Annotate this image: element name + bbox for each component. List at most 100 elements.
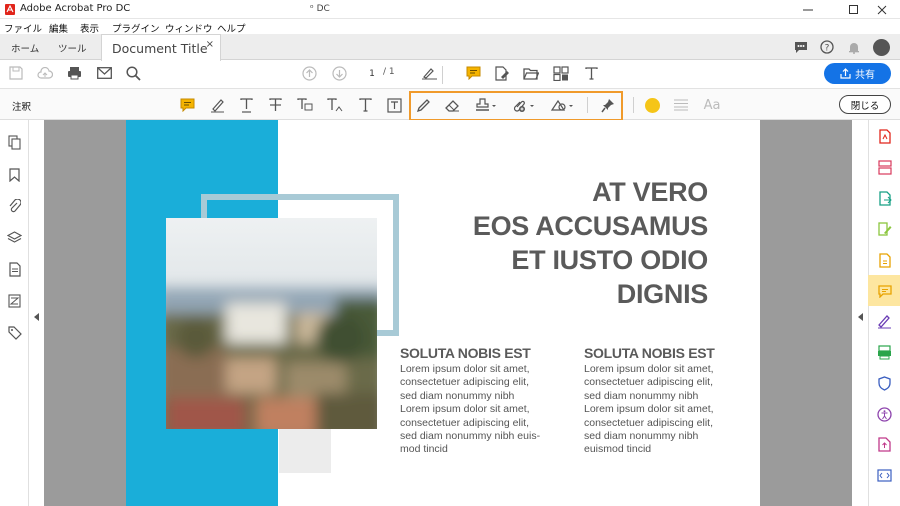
page-grey-block [279, 427, 331, 473]
chat-bubble-icon [795, 41, 807, 53]
app-title: Adobe Acrobat Pro DC [20, 3, 131, 14]
open-folder-button[interactable] [522, 64, 540, 82]
expand-left-panel-icon[interactable] [34, 313, 39, 321]
shapes-icon [550, 99, 573, 111]
comment-tool[interactable] [876, 283, 893, 300]
share-button[interactable]: 共有 [824, 63, 891, 84]
help-button[interactable]: ? [818, 38, 836, 56]
previous-page-button[interactable] [300, 64, 318, 82]
menu-plugins[interactable]: プラグイン [112, 21, 160, 35]
layers-button[interactable] [6, 229, 23, 246]
menu-edit[interactable]: 編集 [49, 21, 68, 35]
email-button[interactable] [95, 64, 113, 82]
pin-tool[interactable] [599, 96, 617, 114]
column-body: Lorem ipsum dolor sit amet, consectetuer… [584, 363, 714, 456]
protect-tool[interactable] [876, 375, 893, 392]
eraser-tool[interactable] [443, 96, 461, 114]
avatar [872, 38, 890, 56]
rich-media-tool[interactable] [876, 436, 893, 453]
underline-text-tool[interactable] [237, 96, 255, 114]
text-column-left: SOLUTA NOBIS EST Lorem ipsum dolor sit a… [400, 345, 560, 457]
close-tab-icon[interactable]: × [206, 39, 214, 50]
scan-ocr-tool[interactable] [876, 344, 893, 361]
column-heading: SOLUTA NOBIS EST [584, 345, 715, 361]
code-icon [877, 469, 892, 482]
minimize-button[interactable] [790, 0, 826, 19]
insert-text-tool[interactable] [326, 96, 344, 114]
search-button[interactable] [124, 64, 142, 82]
text-box-tool[interactable] [385, 96, 403, 114]
page-headline: AT VERO EOS ACCUSAMUS ET IUSTO ODIO DIGN… [473, 175, 708, 311]
organize-tool[interactable] [876, 252, 893, 269]
eraser-icon [445, 99, 459, 112]
bookmarks-button[interactable] [6, 166, 23, 183]
close-comment-button[interactable]: 閉じる [839, 95, 891, 114]
menu-window[interactable]: ウィンドウ [165, 21, 213, 35]
strikethrough-text-tool[interactable] [266, 96, 284, 114]
envelope-icon [96, 67, 112, 79]
menu-help[interactable]: ヘルプ [217, 21, 246, 35]
highlighter-icon [210, 98, 224, 112]
line-weight-tool[interactable] [672, 96, 690, 114]
tab-tools[interactable]: ツール [58, 41, 87, 55]
organize-pages-button[interactable] [552, 64, 570, 82]
organize-pages-icon [878, 253, 891, 268]
upload-cloud-button[interactable] [36, 64, 54, 82]
page-total: / 1 [383, 67, 395, 77]
stamp-tool[interactable] [474, 96, 498, 114]
fill-sign-tool[interactable] [876, 313, 893, 330]
paperclip-icon [9, 199, 21, 213]
next-page-button[interactable] [330, 64, 348, 82]
user-avatar[interactable] [871, 38, 891, 56]
highlight-text-tool[interactable] [208, 96, 226, 114]
share-label: 共有 [855, 70, 875, 81]
menu-file[interactable]: ファイル [4, 21, 42, 35]
tags-button[interactable] [6, 292, 23, 309]
content-button[interactable] [6, 261, 23, 278]
page-thumbnails-button[interactable] [6, 134, 23, 151]
document-page: AT VERO EOS ACCUSAMUS ET IUSTO ODIO DIGN… [126, 120, 760, 506]
print-button[interactable] [65, 64, 83, 82]
color-picker[interactable] [643, 96, 661, 114]
attachments-button[interactable] [6, 198, 23, 215]
shapes-tool[interactable] [549, 96, 575, 114]
export-pdf-tool[interactable] [876, 190, 893, 207]
bookmark-icon [9, 167, 20, 182]
bell-icon [849, 42, 859, 54]
edit-pdf-tool[interactable] [876, 221, 893, 238]
export-pdf-icon [878, 191, 892, 206]
maximize-icon [849, 4, 858, 14]
tab-home[interactable]: ホーム [11, 41, 39, 55]
arrow-down-circle-icon [331, 65, 347, 81]
attach-file-tool[interactable] [510, 96, 536, 114]
tab-document[interactable]: Document Title × [101, 34, 221, 61]
notifications-button[interactable] [845, 38, 863, 56]
document-tab-title: Document Title [112, 41, 208, 56]
save-button[interactable] [7, 64, 25, 82]
text-tool-icon [584, 66, 598, 80]
fill-sign-button[interactable] [493, 64, 511, 82]
sign-button[interactable] [420, 64, 438, 82]
acrobat-logo-icon [5, 4, 15, 15]
headline-line: AT VERO [592, 177, 708, 207]
add-text-comment-tool[interactable] [356, 96, 374, 114]
font-tool[interactable]: Aa [701, 96, 723, 114]
color-swatch [644, 97, 660, 113]
javascript-tool[interactable] [876, 467, 893, 484]
create-pdf-tool[interactable] [876, 128, 893, 145]
comments-chat-button[interactable] [792, 38, 810, 56]
comment-tool-button[interactable] [464, 64, 482, 82]
attach-icon [513, 100, 534, 112]
tag-button[interactable] [6, 324, 23, 341]
combine-files-tool[interactable] [876, 159, 893, 176]
pencil-tool[interactable] [414, 96, 432, 114]
replace-text-tool[interactable] [296, 96, 314, 114]
svg-text:?: ? [825, 44, 830, 54]
accessibility-tool[interactable] [876, 406, 893, 423]
add-text-button[interactable] [582, 64, 600, 82]
expand-right-panel-icon[interactable] [858, 313, 863, 321]
close-window-button[interactable] [864, 0, 900, 19]
menu-view[interactable]: 表示 [80, 21, 99, 35]
search-icon [125, 65, 141, 81]
sticky-note-tool[interactable] [178, 96, 196, 114]
